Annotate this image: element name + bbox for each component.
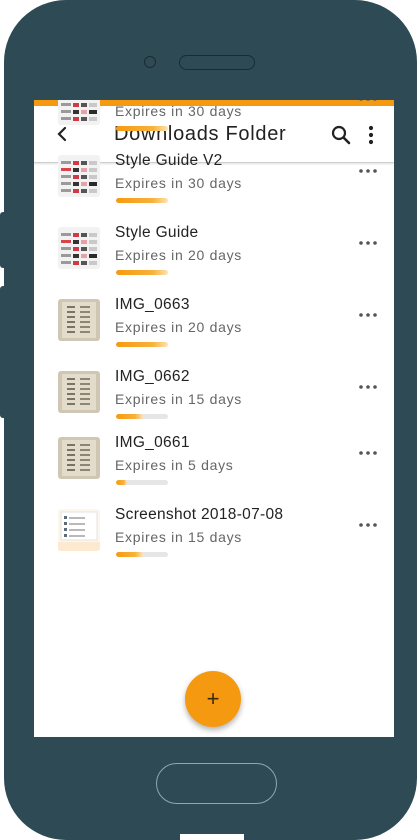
item-expiry-text: Expires in 20 days (115, 247, 242, 263)
more-horizontal-icon (359, 523, 377, 527)
list-item[interactable]: IMG_0663 Expires in 20 days (34, 296, 394, 359)
more-horizontal-icon (359, 100, 377, 101)
item-more-button[interactable] (358, 449, 378, 457)
home-button[interactable] (156, 763, 277, 804)
more-horizontal-icon (359, 169, 377, 173)
expiry-progress-fill (116, 342, 168, 347)
item-expiry-text: Expires in 30 days (115, 175, 242, 191)
expiry-progress-fill (116, 480, 128, 485)
screenshot-thumbnail (58, 509, 100, 551)
add-button[interactable]: + (185, 671, 241, 727)
power-button (0, 286, 8, 418)
item-title: IMG_0661 (115, 434, 190, 451)
item-title: IMG_0662 (115, 368, 190, 385)
item-more-button[interactable] (358, 383, 378, 391)
item-expiry-text: Expires in 30 days (115, 103, 242, 119)
expiry-progress-fill (116, 126, 168, 131)
list-item[interactable]: IMG_0662 Expires in 15 days (34, 368, 394, 431)
speaker-grille (179, 55, 255, 70)
item-title: Style Guide V2 (115, 152, 223, 169)
style-guide-thumbnail (58, 227, 100, 269)
expiry-progress-bar (116, 126, 168, 131)
more-horizontal-icon (359, 385, 377, 389)
expiry-progress-fill (116, 198, 168, 203)
expiry-progress-fill (116, 270, 168, 275)
style-guide-thumbnail (58, 155, 100, 197)
camera-lens (144, 56, 156, 68)
item-more-button[interactable] (358, 239, 378, 247)
bottom-notch (180, 834, 244, 840)
style-guide-thumbnail (58, 100, 100, 125)
list-item[interactable]: Screenshot 2018-07-08 Expires in 15 days (34, 506, 394, 569)
phone-frame: Downloads Folder Style Guide V3Expires i… (4, 0, 417, 840)
item-title: IMG_0663 (115, 296, 190, 313)
expiry-progress-fill (116, 414, 144, 419)
item-more-button[interactable] (358, 521, 378, 529)
photo-thumbnail (58, 437, 100, 479)
expiry-progress-bar (116, 198, 168, 203)
expiry-progress-bar (116, 270, 168, 275)
more-horizontal-icon (359, 241, 377, 245)
list-item[interactable]: IMG_0661 Expires in 5 days (34, 434, 394, 497)
expiry-progress-bar (116, 552, 168, 557)
item-title: Style Guide (115, 224, 199, 241)
item-title: Screenshot 2018-07-08 (115, 506, 284, 523)
item-more-button[interactable] (358, 167, 378, 175)
plus-icon: + (206, 686, 220, 711)
expiry-progress-fill (116, 552, 144, 557)
item-expiry-text: Expires in 5 days (115, 457, 234, 473)
photo-thumbnail (58, 299, 100, 341)
item-more-button[interactable] (358, 311, 378, 319)
expiry-progress-bar (116, 480, 168, 485)
expiry-progress-bar (116, 414, 168, 419)
item-more-button[interactable] (358, 100, 378, 103)
item-expiry-text: Expires in 15 days (115, 391, 242, 407)
volume-button (0, 212, 8, 268)
more-horizontal-icon (359, 451, 377, 455)
item-expiry-text: Expires in 15 days (115, 529, 242, 545)
item-expiry-text: Expires in 20 days (115, 319, 242, 335)
more-horizontal-icon (359, 313, 377, 317)
list-item[interactable]: Style Guide Expires in 20 days (34, 224, 394, 287)
photo-thumbnail (58, 371, 100, 413)
list-item[interactable]: Style Guide V3Expires in 30 days (34, 100, 394, 143)
list-item[interactable]: Style Guide V2 Expires in 30 days (34, 152, 394, 215)
expiry-progress-bar (116, 342, 168, 347)
app-screen: Downloads Folder Style Guide V3Expires i… (34, 100, 394, 737)
